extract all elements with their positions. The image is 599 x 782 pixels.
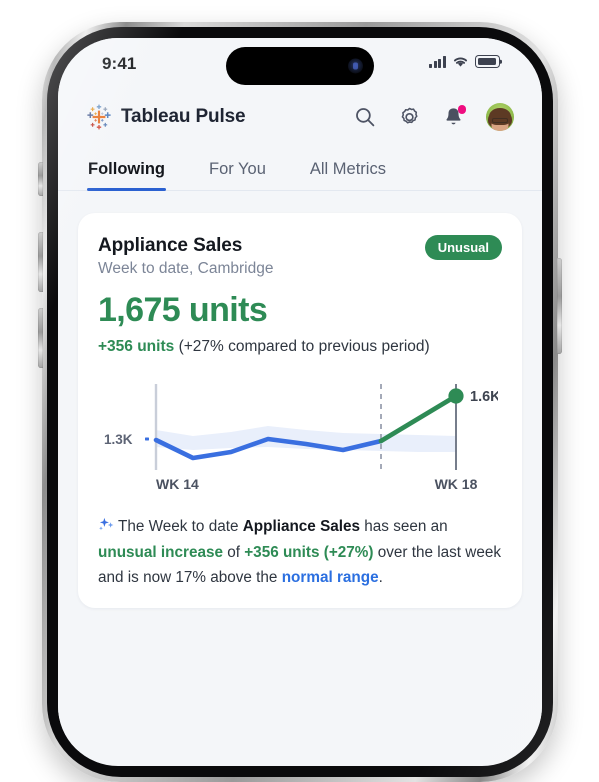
dynamic-island	[226, 47, 374, 85]
notifications-button[interactable]	[443, 105, 466, 128]
chart-endpoint-marker	[448, 388, 464, 404]
insight-text: The Week to date Appliance Sales has see…	[98, 515, 502, 590]
status-clock: 9:41	[102, 54, 137, 73]
sparkline-chart: 1.3K 1.6K WK 14 WK 18	[104, 384, 501, 492]
insight-part-1: The Week to date	[118, 518, 243, 535]
metric-delta-value: +356 units	[98, 338, 175, 355]
notification-badge-dot	[457, 105, 466, 114]
x-axis-tick-label-end: WK 18	[435, 476, 478, 492]
metric-card[interactable]: Appliance Sales Week to date, Cambridge …	[78, 213, 522, 609]
volume-up-button[interactable]	[38, 232, 43, 292]
x-axis-tick-label-start: WK 14	[156, 476, 199, 492]
metric-delta-context: (+27% compared to previous period)	[178, 338, 430, 355]
header-actions	[354, 103, 514, 131]
avatar-glasses	[492, 117, 508, 123]
tab-for-you[interactable]: For You	[209, 160, 266, 190]
metric-card-header: Appliance Sales Week to date, Cambridge …	[98, 235, 502, 278]
action-button[interactable]	[38, 162, 43, 196]
tab-all-metrics[interactable]: All Metrics	[310, 160, 386, 190]
power-button[interactable]	[557, 258, 562, 354]
battery-icon	[475, 55, 500, 68]
insight-part-3: of	[222, 543, 245, 561]
metric-title: Appliance Sales	[98, 235, 243, 256]
metric-subtitle: Week to date, Cambridge	[98, 260, 274, 277]
chart-line-current	[378, 393, 459, 444]
tab-following[interactable]: Following	[87, 160, 166, 192]
app-title: Tableau Pulse	[121, 106, 246, 127]
insight-part-5: .	[378, 568, 383, 586]
wifi-icon	[453, 57, 468, 67]
normal-range-link[interactable]: normal range	[282, 569, 379, 586]
metric-delta: +356 units (+27% compared to previous pe…	[98, 338, 502, 356]
insight-delta: +356 units (+27%)	[244, 543, 374, 561]
metric-value: 1,675 units	[98, 291, 268, 329]
ai-sparkle-icon	[98, 516, 115, 541]
avatar[interactable]	[486, 103, 514, 131]
insight-part-2: has seen an	[360, 518, 448, 535]
metric-chart[interactable]: 1.3K 1.6K WK 14 WK 18	[98, 368, 502, 503]
content-area: Appliance Sales Week to date, Cambridge …	[58, 191, 542, 751]
phone-screen: 9:41 Tableau Pulse Following For You All…	[58, 38, 542, 766]
y-axis-tick-mark	[145, 437, 149, 441]
insight-metric-name: Appliance Sales	[242, 518, 361, 535]
gear-icon[interactable]	[398, 106, 421, 129]
y-axis-tick-label: 1.3K	[104, 432, 133, 447]
volume-down-button[interactable]	[38, 308, 43, 368]
chart-endpoint-label: 1.6K	[470, 389, 498, 405]
status-bar: 9:41	[58, 38, 542, 92]
cellular-bars-icon	[428, 55, 446, 68]
front-camera-icon	[348, 58, 363, 74]
status-indicators	[428, 55, 500, 68]
status-badge: Unusual	[424, 235, 502, 260]
insight-unusual-increase: unusual increase	[98, 543, 223, 561]
tab-bar: Following For You All Metrics	[58, 142, 542, 192]
metric-heading-group: Appliance Sales Week to date, Cambridge	[98, 235, 273, 278]
phone-frame: 9:41 Tableau Pulse Following For You All…	[38, 22, 562, 782]
search-icon[interactable]	[354, 106, 376, 128]
brand[interactable]: Tableau Pulse	[86, 104, 246, 130]
app-header: Tableau Pulse	[58, 92, 542, 142]
tableau-logo-icon	[87, 104, 111, 130]
normal-range-band	[156, 426, 456, 452]
